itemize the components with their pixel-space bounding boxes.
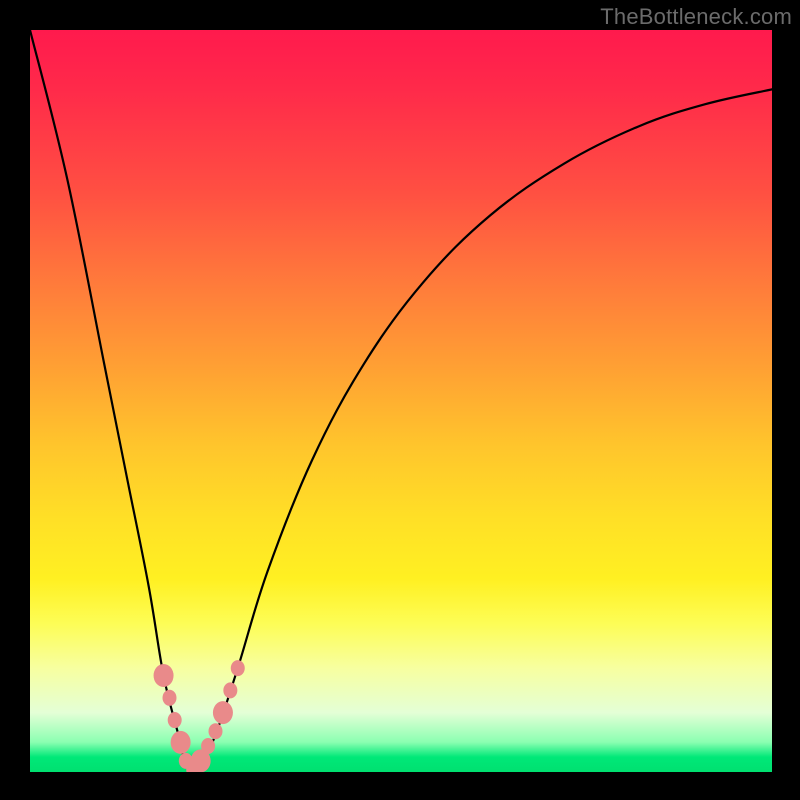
curve-marker xyxy=(168,712,182,728)
curve-marker xyxy=(179,753,193,769)
watermark-text: TheBottleneck.com xyxy=(600,4,792,30)
curve-marker xyxy=(163,690,177,706)
curve-marker xyxy=(171,731,191,754)
curve-marker xyxy=(186,762,200,772)
chart-plot-area xyxy=(30,30,772,772)
curve-marker xyxy=(201,738,215,754)
curve-marker xyxy=(209,723,223,739)
curve-marker xyxy=(191,749,211,772)
curve-svg xyxy=(30,30,772,772)
curve-marker xyxy=(213,701,233,724)
curve-marker xyxy=(154,664,174,687)
curve-markers xyxy=(154,660,245,772)
bottleneck-curve xyxy=(30,30,772,772)
curve-marker xyxy=(231,660,245,676)
chart-outer-frame: TheBottleneck.com xyxy=(0,0,800,800)
curve-marker xyxy=(223,682,237,698)
